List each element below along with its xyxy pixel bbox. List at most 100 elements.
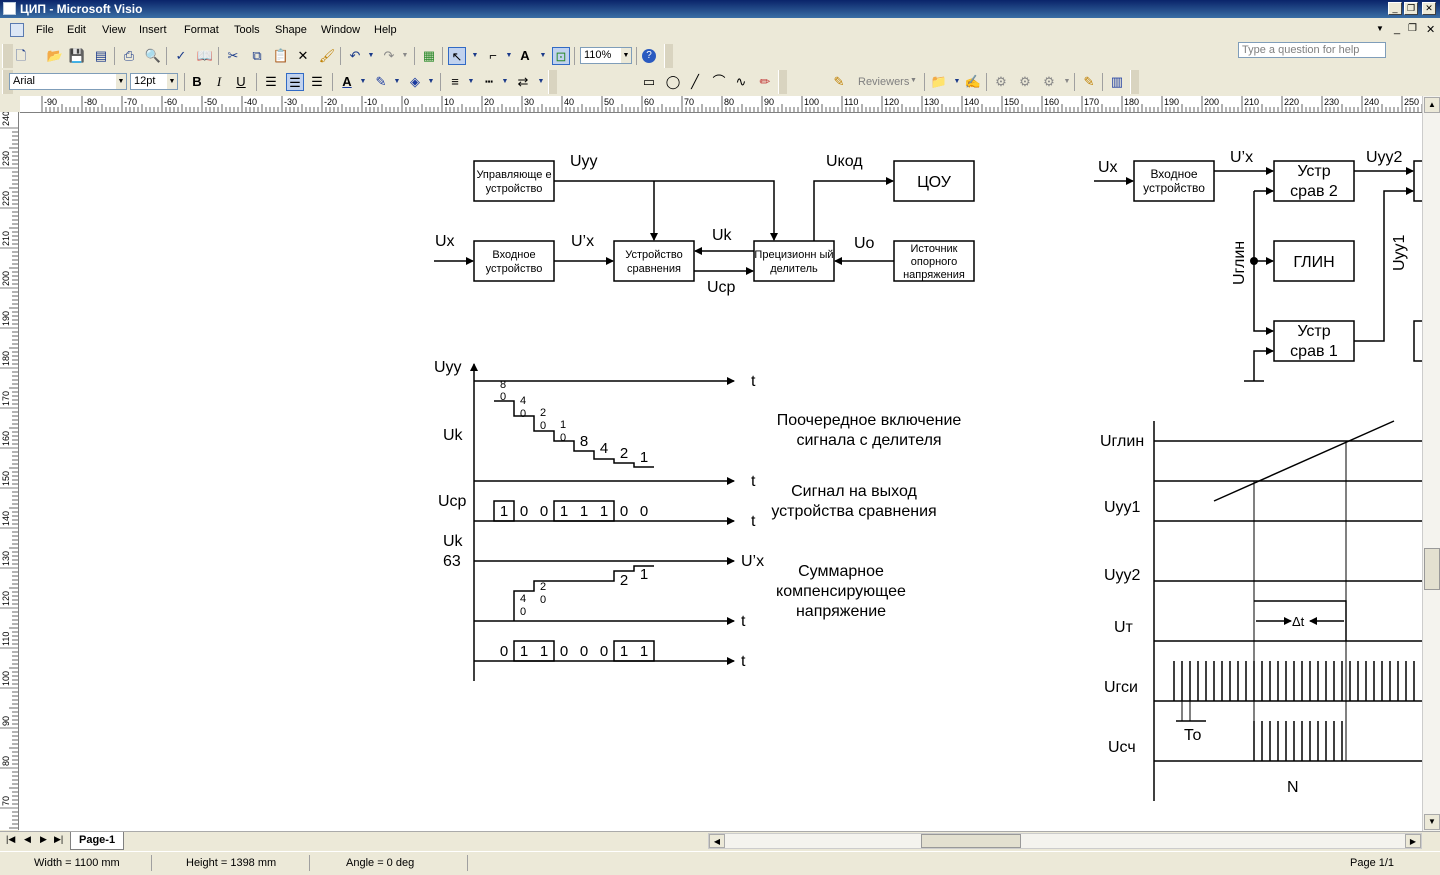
font-color-dropdown-icon[interactable]: ▼	[354, 73, 372, 91]
status-width: Width = 1100 mm	[28, 855, 152, 871]
toolbar-options-icon[interactable]	[664, 44, 673, 68]
scroll-down-icon[interactable]: ▼	[1424, 814, 1440, 830]
help-dropdown-icon[interactable]: ▼	[1376, 24, 1384, 33]
menu-format[interactable]: Format	[184, 24, 219, 36]
restore-icon[interactable]: ❐	[1404, 2, 1418, 15]
menu-tools[interactable]: Tools	[234, 24, 260, 36]
fill-color-dropdown-icon[interactable]: ▼	[422, 73, 440, 91]
zoom-select[interactable]: 110% ▼	[580, 47, 632, 64]
track-markup-icon[interactable]: ✎	[1080, 73, 1098, 91]
menu-view[interactable]: View	[102, 24, 126, 36]
paste-icon[interactable]: 📋	[272, 47, 290, 65]
control-block[interactable]	[473, 160, 555, 202]
bold-icon[interactable]: B	[188, 73, 206, 91]
line-color-dropdown-icon[interactable]: ▼	[388, 73, 406, 91]
undo-dropdown-icon[interactable]: ▼	[362, 47, 380, 65]
signal-ux-prime: U’x	[571, 233, 594, 250]
permission-icon[interactable]: ▤	[92, 47, 110, 65]
last-page-icon[interactable]: ▶|	[54, 834, 63, 845]
text-dropdown-icon[interactable]: ▼	[534, 47, 552, 65]
new-icon[interactable]: 🗋	[12, 47, 30, 65]
ink-icon[interactable]: ✍	[964, 73, 982, 91]
next-markup-icon[interactable]: ⚙	[1016, 73, 1034, 91]
menu-insert[interactable]: Insert	[139, 24, 167, 36]
line-pattern-dropdown-icon[interactable]: ▼	[496, 73, 514, 91]
pointer-tool-icon[interactable]: ↖	[448, 47, 466, 65]
toolbar-options-icon[interactable]	[1130, 70, 1139, 94]
close-icon[interactable]: ✕	[1422, 2, 1436, 15]
delete-markup-icon[interactable]: ⚙	[1040, 73, 1058, 91]
markup-icon[interactable]: ✎	[830, 73, 848, 91]
pan-zoom-icon[interactable]: ⊡	[552, 47, 570, 65]
save-icon[interactable]: 💾	[68, 47, 86, 65]
document-icon[interactable]	[10, 23, 24, 37]
next-page-icon[interactable]: ▶	[40, 834, 47, 845]
research-icon[interactable]: 📖	[196, 47, 214, 65]
align-center-icon[interactable]: ☰	[286, 73, 304, 91]
copy-icon[interactable]: ⧉	[248, 47, 266, 65]
menu-file[interactable]: File	[36, 24, 54, 36]
tab-page-1[interactable]: Page-1	[70, 832, 125, 850]
minimize-icon[interactable]: _	[1388, 2, 1402, 15]
horizontal-scrollbar[interactable]: ◀ ▶	[708, 833, 1422, 849]
vertical-scrollbar[interactable]: ▲ ▼	[1422, 96, 1440, 831]
axis-ux-prime: U’x	[741, 553, 764, 570]
open-icon[interactable]: 📂	[46, 47, 64, 65]
horizontal-scroll-thumb[interactable]	[921, 834, 1021, 848]
compare-block[interactable]	[613, 240, 695, 282]
doc-minimize-icon[interactable]: _	[1394, 23, 1400, 35]
print-icon[interactable]: ⎙	[120, 47, 138, 65]
scroll-right-icon[interactable]: ▶	[1405, 834, 1421, 848]
line-tool-icon[interactable]: ╱	[686, 73, 704, 91]
spelling-icon[interactable]: ✓	[172, 47, 190, 65]
menu-window[interactable]: Window	[321, 24, 360, 36]
previous-markup-icon[interactable]: ⚙	[992, 73, 1010, 91]
format-painter-icon[interactable]: 🖌	[318, 47, 336, 65]
visio-app-icon[interactable]	[3, 2, 16, 15]
rectangle-tool-icon[interactable]: ▭	[640, 73, 658, 91]
reviewing-pane-icon[interactable]: ▥	[1108, 73, 1126, 91]
pointer-dropdown-icon[interactable]: ▼	[466, 47, 484, 65]
freeform-tool-icon[interactable]: ∿	[732, 73, 750, 91]
underline-icon[interactable]: U	[232, 73, 250, 91]
chevron-down-icon[interactable]: ▼	[116, 74, 126, 89]
doc-close-icon[interactable]: ✕	[1426, 23, 1435, 36]
delete-icon[interactable]: ✕	[294, 47, 312, 65]
redo-dropdown-icon[interactable]: ▼	[396, 47, 414, 65]
help-icon[interactable]: ?	[642, 49, 656, 63]
scroll-left-icon[interactable]: ◀	[709, 834, 725, 848]
reviewers-chevron-icon[interactable]: ▼	[910, 77, 917, 84]
chevron-down-icon[interactable]: ▼	[167, 74, 177, 89]
input-block[interactable]	[473, 240, 555, 282]
doc-restore-icon[interactable]: ❐	[1408, 23, 1417, 34]
shapes-icon[interactable]: ▦	[420, 47, 438, 65]
text-tool-icon[interactable]: A	[516, 47, 534, 65]
chevron-down-icon[interactable]: ▼	[621, 48, 631, 63]
prev-page-icon[interactable]: ◀	[24, 834, 31, 845]
divider-block[interactable]	[753, 240, 835, 282]
cut-icon[interactable]: ✂	[224, 47, 242, 65]
vertical-scroll-thumb[interactable]	[1424, 548, 1440, 590]
pencil-tool-icon[interactable]: ✏	[756, 73, 774, 91]
ruler-corner[interactable]	[0, 96, 20, 112]
reviewers-dropdown[interactable]: Reviewers	[858, 76, 909, 88]
new-comment-icon[interactable]: 📁	[930, 73, 948, 91]
menu-edit[interactable]: Edit	[67, 24, 86, 36]
italic-icon[interactable]: I	[210, 73, 228, 91]
menu-shape[interactable]: Shape	[275, 24, 307, 36]
font-select[interactable]: Arial ▼	[9, 73, 127, 90]
menu-help[interactable]: Help	[374, 24, 397, 36]
line-weight-dropdown-icon[interactable]: ▼	[462, 73, 480, 91]
arc-tool-icon[interactable]: ⌒	[710, 73, 728, 91]
first-page-icon[interactable]: |◀	[6, 834, 15, 845]
drawing-canvas[interactable]: Управляюще е устройство Входное устройство…	[19, 113, 1422, 831]
toolbar-options-icon[interactable]	[548, 70, 557, 94]
font-size-select[interactable]: 12pt ▼	[130, 73, 178, 90]
align-right-icon[interactable]: ☰	[308, 73, 326, 91]
print-preview-icon[interactable]: 🔍	[144, 47, 162, 65]
scroll-up-icon[interactable]: ▲	[1424, 97, 1440, 113]
ellipse-tool-icon[interactable]: ◯	[664, 73, 682, 91]
toolbar-options-icon[interactable]	[778, 70, 787, 94]
align-left-icon[interactable]: ☰	[262, 73, 280, 91]
line-ends-icon[interactable]: ⇄	[514, 73, 532, 91]
